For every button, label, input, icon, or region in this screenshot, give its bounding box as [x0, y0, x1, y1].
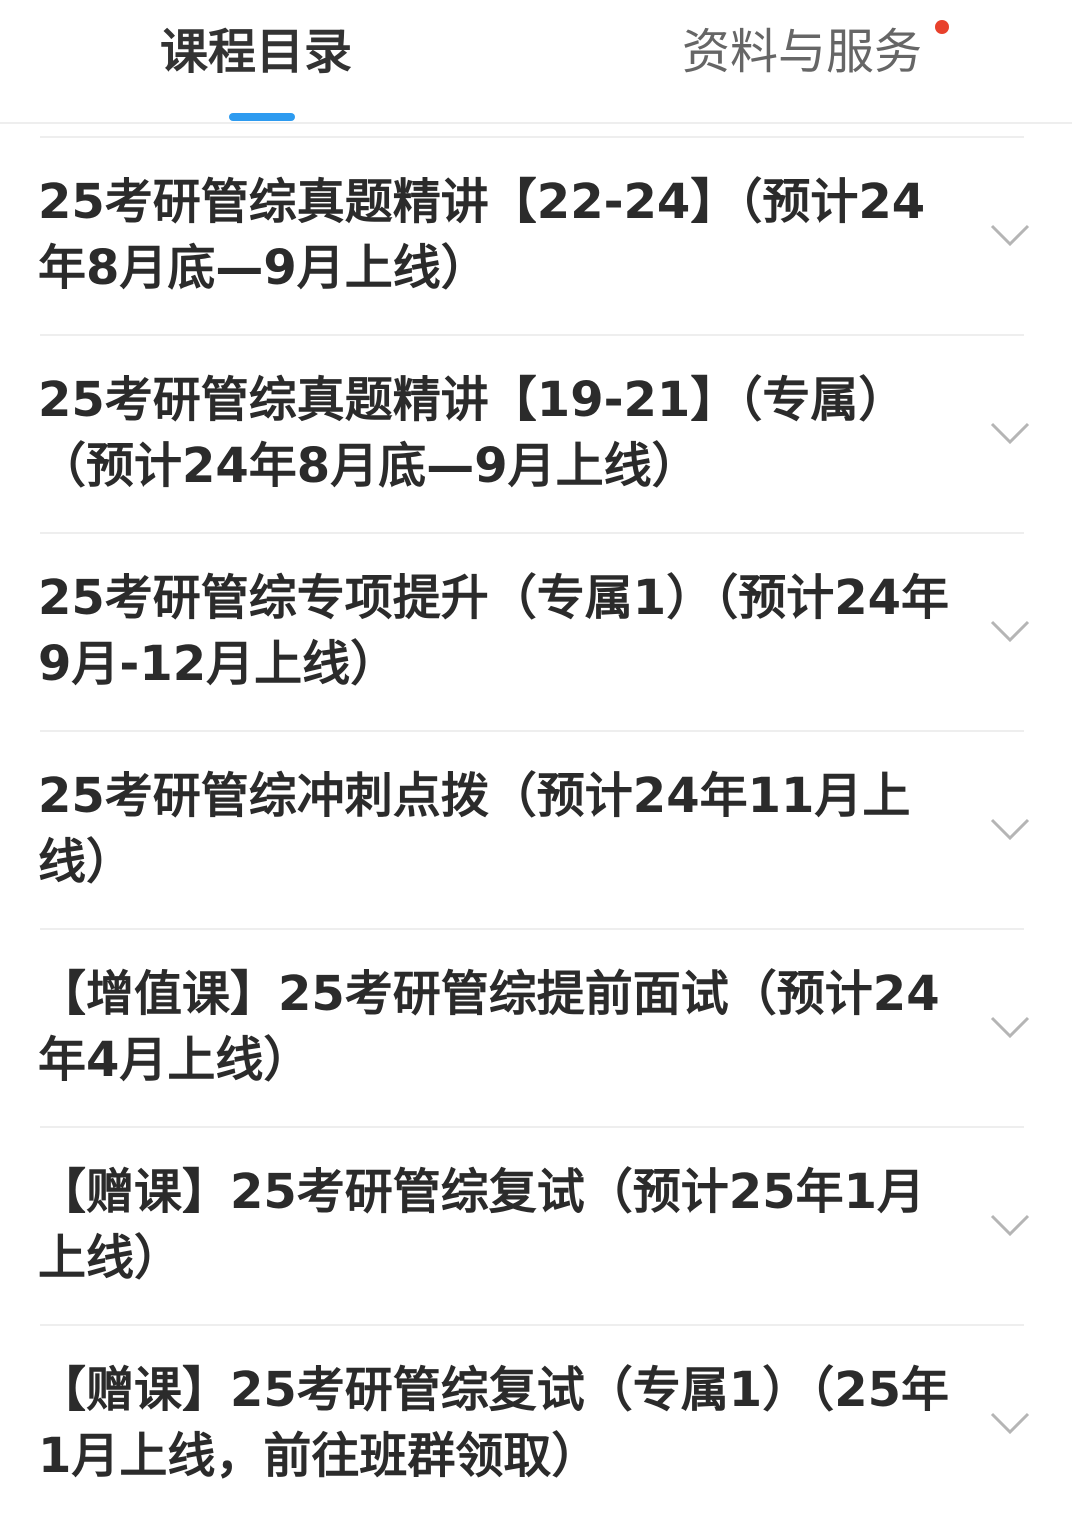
chevron-down-icon[interactable] [990, 1412, 1030, 1434]
notification-dot [935, 20, 949, 34]
course-title: 25考研管综真题精讲【22-24】（预计24年8月底—9月上线） [38, 174, 926, 296]
course-list: 25考研管综真题精讲【22-24】（预计24年8月底—9月上线） 25考研管综真… [0, 136, 1072, 1522]
chevron-down-icon[interactable] [990, 422, 1030, 444]
chevron-down-icon[interactable] [990, 1214, 1030, 1236]
chevron-down-icon[interactable] [990, 620, 1030, 642]
tab-bar: 课程目录 资料与服务 [0, 0, 1072, 124]
chevron-down-icon[interactable] [990, 818, 1030, 840]
active-tab-indicator [229, 113, 295, 121]
course-list-item[interactable]: 25考研管综冲刺点拨（预计24年11月上线） [0, 730, 1072, 928]
tab-course-catalog[interactable]: 课程目录 [160, 22, 352, 82]
course-title: 25考研管综冲刺点拨（预计24年11月上线） [38, 768, 911, 890]
course-title: 【增值课】25考研管综提前面试（预计24年4月上线） [38, 966, 940, 1088]
course-list-item[interactable]: 25考研管综真题精讲【19-21】（专属）（预计24年8月底—9月上线） [0, 334, 1072, 532]
course-title: 25考研管综真题精讲【19-21】（专属）（预计24年8月底—9月上线） [38, 372, 907, 494]
course-title: 【赠课】25考研管综复试（预计25年1月上线） [38, 1164, 925, 1286]
course-list-item[interactable]: 【赠课】25考研管综复试（专属1）（25年1月上线，前往班群领取） [0, 1324, 1072, 1522]
course-list-item[interactable]: 25考研管综专项提升（专属1）（预计24年9月-12月上线） [0, 532, 1072, 730]
course-list-item[interactable]: 【增值课】25考研管综提前面试（预计24年4月上线） [0, 928, 1072, 1126]
tab-materials-services[interactable]: 资料与服务 [682, 22, 922, 82]
course-title: 25考研管综专项提升（专属1）（预计24年9月-12月上线） [38, 570, 949, 692]
course-list-item[interactable]: 【赠课】25考研管综复试（预计25年1月上线） [0, 1126, 1072, 1324]
course-list-item[interactable]: 25考研管综真题精讲【22-24】（预计24年8月底—9月上线） [0, 136, 1072, 334]
chevron-down-icon[interactable] [990, 1016, 1030, 1038]
chevron-down-icon[interactable] [990, 224, 1030, 246]
course-title: 【赠课】25考研管综复试（专属1）（25年1月上线，前往班群领取） [38, 1362, 949, 1484]
